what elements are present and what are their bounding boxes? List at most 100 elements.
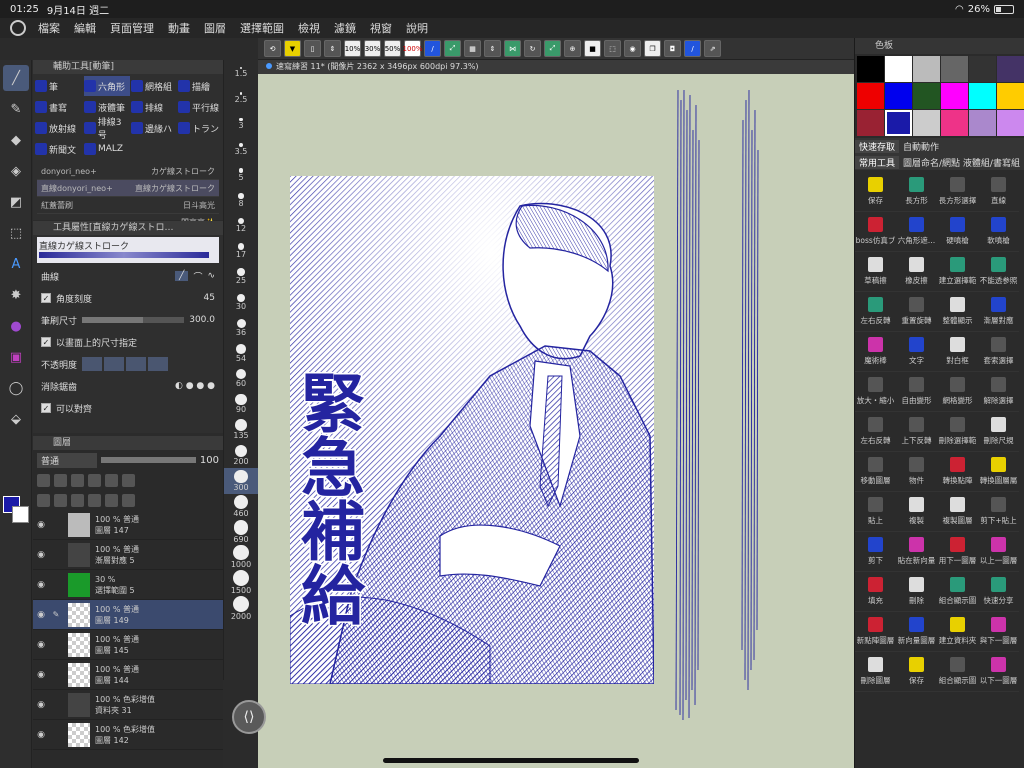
quick-access-item[interactable]: 新點陣圖層	[855, 612, 896, 652]
quick-access-item[interactable]: 建立資料夾	[937, 612, 978, 652]
quick-access-item[interactable]: 左右反轉	[855, 412, 896, 452]
curve-arc-icon[interactable]: ⌒	[193, 270, 202, 283]
subtool-item[interactable]: 書寫	[35, 97, 83, 117]
palette-icon[interactable]	[122, 473, 135, 487]
brush-size-option[interactable]: 60	[224, 366, 258, 392]
menu-page[interactable]: 頁面管理	[110, 20, 154, 36]
brush-size-option[interactable]: 300	[224, 468, 258, 494]
quick-access-item[interactable]: 用下一圖層	[937, 532, 978, 572]
quick-access-item[interactable]: 物件	[896, 452, 937, 492]
menu-edit[interactable]: 編輯	[74, 20, 96, 36]
brush-size-option[interactable]: 25	[224, 264, 258, 290]
opacity-slider[interactable]	[82, 357, 169, 371]
quick-access-item[interactable]: 刪除	[896, 572, 937, 612]
quick-access-item[interactable]: 組合顯示圖	[937, 652, 978, 692]
brush-size-option[interactable]: 135	[224, 417, 258, 443]
color-swatch[interactable]	[885, 110, 912, 136]
menu-animation[interactable]: 動畫	[168, 20, 190, 36]
subtool-item[interactable]: 平行線	[178, 97, 224, 117]
brush-size-option[interactable]: 2000	[224, 595, 258, 622]
quick-access-item[interactable]: 刪除圖層	[855, 652, 896, 692]
fit-icon[interactable]: ⤢	[544, 40, 561, 57]
subtool-item[interactable]: 新聞文	[35, 139, 83, 159]
eye-icon[interactable]: ◉	[33, 610, 49, 620]
color-swatch[interactable]	[857, 110, 884, 136]
brush-size-option[interactable]: 30	[224, 290, 258, 316]
color-indicator[interactable]	[3, 496, 29, 526]
copy-icon[interactable]: ❐	[644, 40, 661, 57]
pen-2-icon[interactable]: /	[684, 40, 701, 57]
quick-access-item[interactable]: 對白框	[937, 332, 978, 372]
quick-access-item[interactable]: 新向量圖層	[896, 612, 937, 652]
mask-icon[interactable]	[105, 473, 118, 487]
app-logo-icon[interactable]	[10, 20, 26, 36]
flip-icon[interactable]: ⋈	[504, 40, 521, 57]
brush-size-option[interactable]: 17	[224, 239, 258, 265]
size-value[interactable]: 300.0	[189, 315, 215, 325]
brush-size-option[interactable]: 12	[224, 213, 258, 239]
quick-access-item[interactable]: 上下反轉	[896, 412, 937, 452]
pen-icon[interactable]: /	[424, 40, 441, 57]
arrows-2-icon[interactable]: ⇕	[484, 40, 501, 57]
quick-access-item[interactable]: 草稿擦	[855, 252, 896, 292]
save-icon[interactable]: ▼	[284, 40, 301, 57]
text-tool-icon[interactable]: A	[3, 251, 29, 277]
brush-size-option[interactable]: 3.5	[224, 137, 258, 163]
zoom-30-button[interactable]: 30%	[364, 40, 381, 57]
layer-row[interactable]: ◉ 100 % 普通 漸層對應 5	[33, 540, 223, 570]
quick-access-item[interactable]: 移動圖層	[855, 452, 896, 492]
color-swatch[interactable]	[969, 110, 996, 136]
eye-icon[interactable]: ◉	[33, 640, 49, 650]
brush-row[interactable]: donyori_neo+ カゲ線ストローク	[37, 163, 219, 180]
quick-access-item[interactable]: 貼上	[855, 492, 896, 532]
eye-icon[interactable]: ◉	[33, 730, 49, 740]
selection-tool-icon[interactable]: ⬚	[3, 220, 29, 246]
color-swatch[interactable]	[885, 56, 912, 82]
quick-access-item[interactable]: 與下一圖層	[978, 612, 1019, 652]
brush-size-option[interactable]: 90	[224, 392, 258, 418]
eye-icon[interactable]: ◉	[33, 550, 49, 560]
rotate-icon[interactable]: ↻	[524, 40, 541, 57]
fill-tool-icon[interactable]: ◈	[3, 158, 29, 184]
transform-icon[interactable]: ⤢	[444, 40, 461, 57]
quick-access-item[interactable]: 魔術棒	[855, 332, 896, 372]
layer-row[interactable]: ◉ ✎ 100 % 普通 圖層 149	[33, 600, 223, 630]
brush-size-option[interactable]: 1000	[224, 545, 258, 571]
layer-row[interactable]: ◉ 100 % 普通 圖層 144	[33, 660, 223, 690]
color-swatch[interactable]	[997, 83, 1024, 109]
quick-access-item[interactable]: 長方形選擇	[937, 172, 978, 212]
quick-access-item[interactable]: 保存	[896, 652, 937, 692]
clip-icon[interactable]: ⟲	[264, 40, 281, 57]
quick-access-item[interactable]: 軟噴槍	[978, 212, 1019, 252]
quick-access-item[interactable]: 解除選擇	[978, 372, 1019, 412]
brush-size-option[interactable]: 1.5	[224, 60, 258, 86]
ruler-icon[interactable]: ⊕	[564, 40, 581, 57]
folder-icon[interactable]	[71, 493, 84, 507]
layer-row[interactable]: ◉ 100 % 普通 圖層 145	[33, 630, 223, 660]
brush-size-option[interactable]: 36	[224, 315, 258, 341]
brush-row[interactable]: 直線donyori_neo+ 直線カゲ線ストローク	[37, 180, 219, 197]
brush-size-option[interactable]: 8	[224, 188, 258, 214]
brush-size-option[interactable]: 3	[224, 111, 258, 137]
color-swatch[interactable]	[857, 56, 884, 82]
merge-icon[interactable]	[105, 493, 118, 507]
curve-wave-icon[interactable]: ∿	[207, 271, 215, 281]
quick-access-item[interactable]: 刪除選擇範	[937, 412, 978, 452]
screen-size-checkbox[interactable]: ✓	[41, 337, 51, 347]
color-swatch[interactable]	[997, 56, 1024, 82]
subtool-item[interactable]: 排線	[131, 97, 177, 117]
quick-access-item[interactable]: 網格變形	[937, 372, 978, 412]
subtool-item[interactable]: 放射線	[35, 118, 83, 138]
layer-opacity-slider[interactable]	[101, 457, 196, 463]
quick-access-item[interactable]: 套索選擇	[978, 332, 1019, 372]
quick-access-item[interactable]: 刪除尺規	[978, 412, 1019, 452]
quick-access-item[interactable]: 漸層對應	[978, 292, 1019, 332]
blend-mode-select[interactable]: 普通	[37, 452, 97, 468]
quick-access-item[interactable]: 長方形	[896, 172, 937, 212]
frame-tool-icon[interactable]: ▣	[3, 344, 29, 370]
pen-tool-icon[interactable]: ✎	[3, 96, 29, 122]
snap-icon[interactable]: ◉	[624, 40, 641, 57]
menu-help[interactable]: 說明	[406, 20, 428, 36]
subtool-item[interactable]: 排線3号	[84, 118, 130, 141]
curve-straight-icon[interactable]: ╱	[175, 271, 189, 281]
